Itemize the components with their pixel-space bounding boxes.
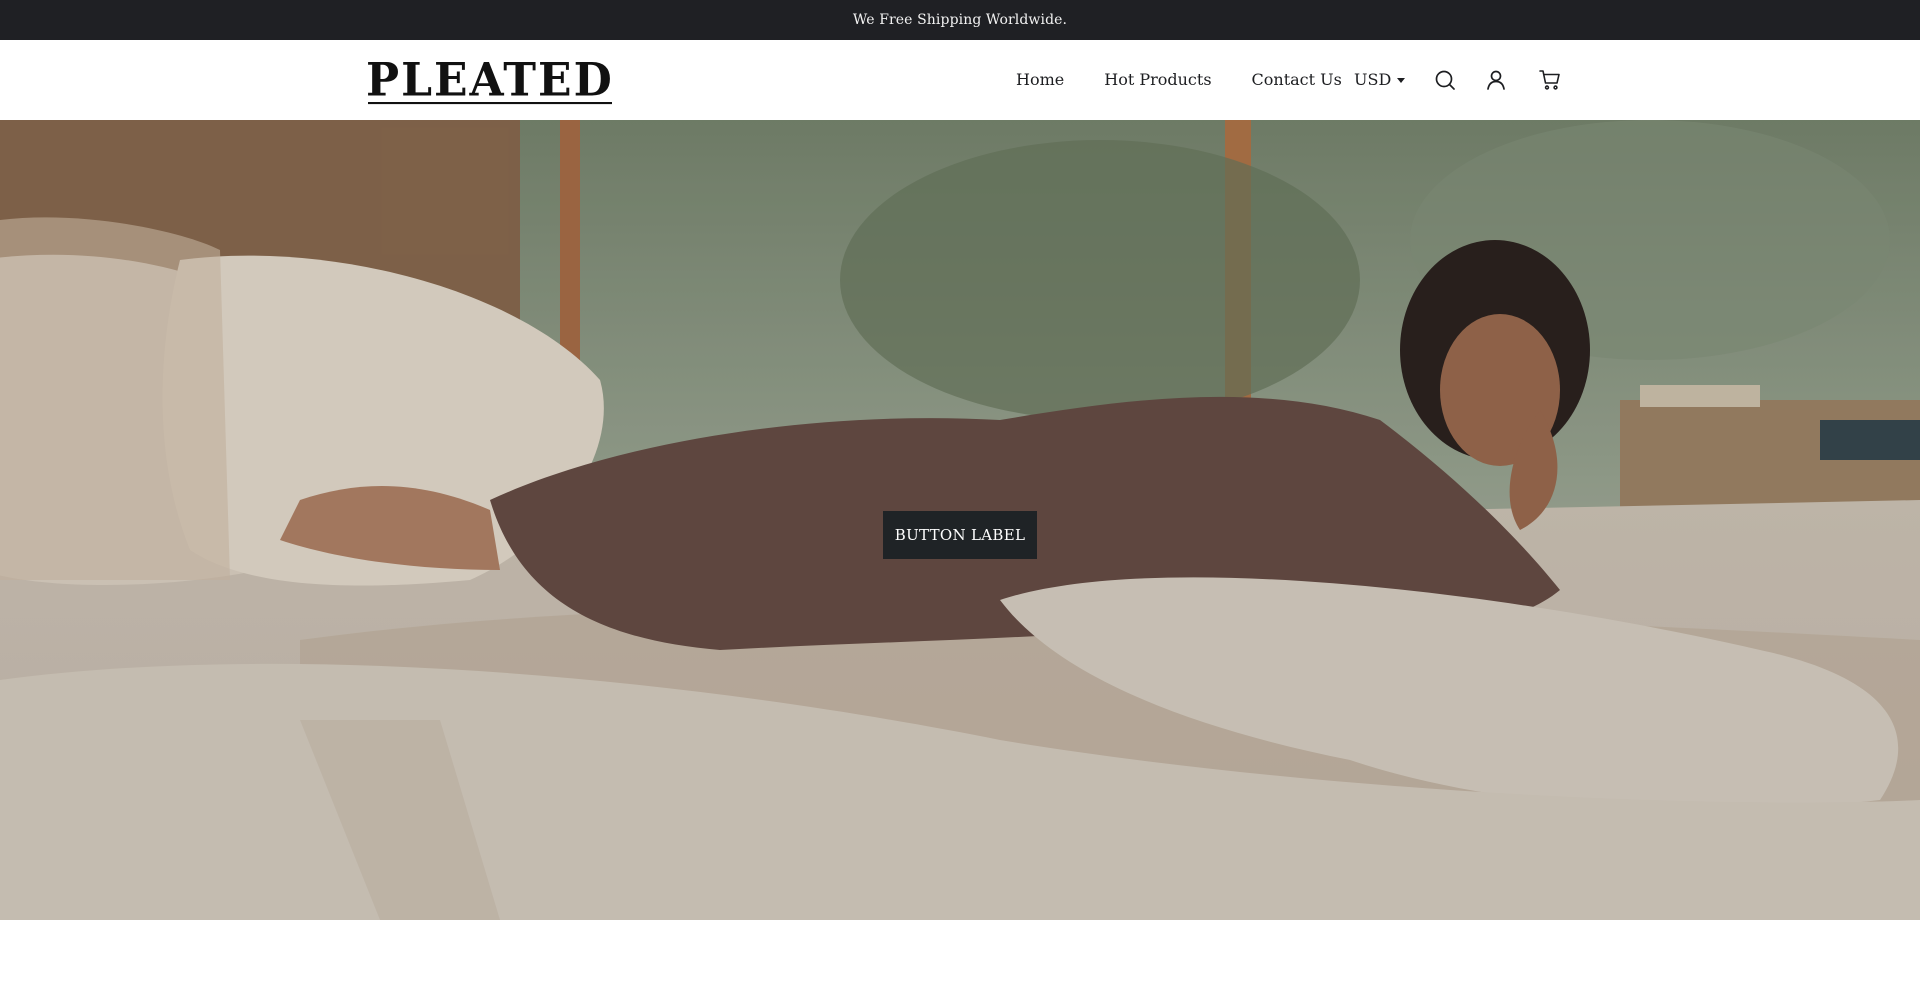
currency-selector[interactable]: USD xyxy=(1354,68,1406,92)
cart-icon[interactable] xyxy=(1538,68,1562,92)
chevron-down-icon xyxy=(1397,78,1406,83)
nav-hot-products[interactable]: Hot Products xyxy=(1104,68,1211,92)
announcement-text: We Free Shipping Worldwide. xyxy=(852,12,1068,28)
currency-value: USD xyxy=(1354,70,1392,89)
hero-cta-button[interactable]: BUTTON LABEL xyxy=(883,511,1037,559)
announcement-bar: We Free Shipping Worldwide. xyxy=(0,0,1920,40)
hero-banner: BUTTON LABEL xyxy=(0,120,1920,920)
nav-home[interactable]: Home xyxy=(1016,68,1064,92)
site-header: PLEATED Home Hot Products Contact Us USD xyxy=(0,40,1920,120)
account-icon[interactable] xyxy=(1484,68,1508,92)
main-nav: Home Hot Products Contact Us xyxy=(1016,68,1342,92)
search-icon[interactable] xyxy=(1433,68,1457,92)
nav-contact-us[interactable]: Contact Us xyxy=(1252,68,1342,92)
store-logo[interactable]: PLEATED xyxy=(366,56,614,105)
